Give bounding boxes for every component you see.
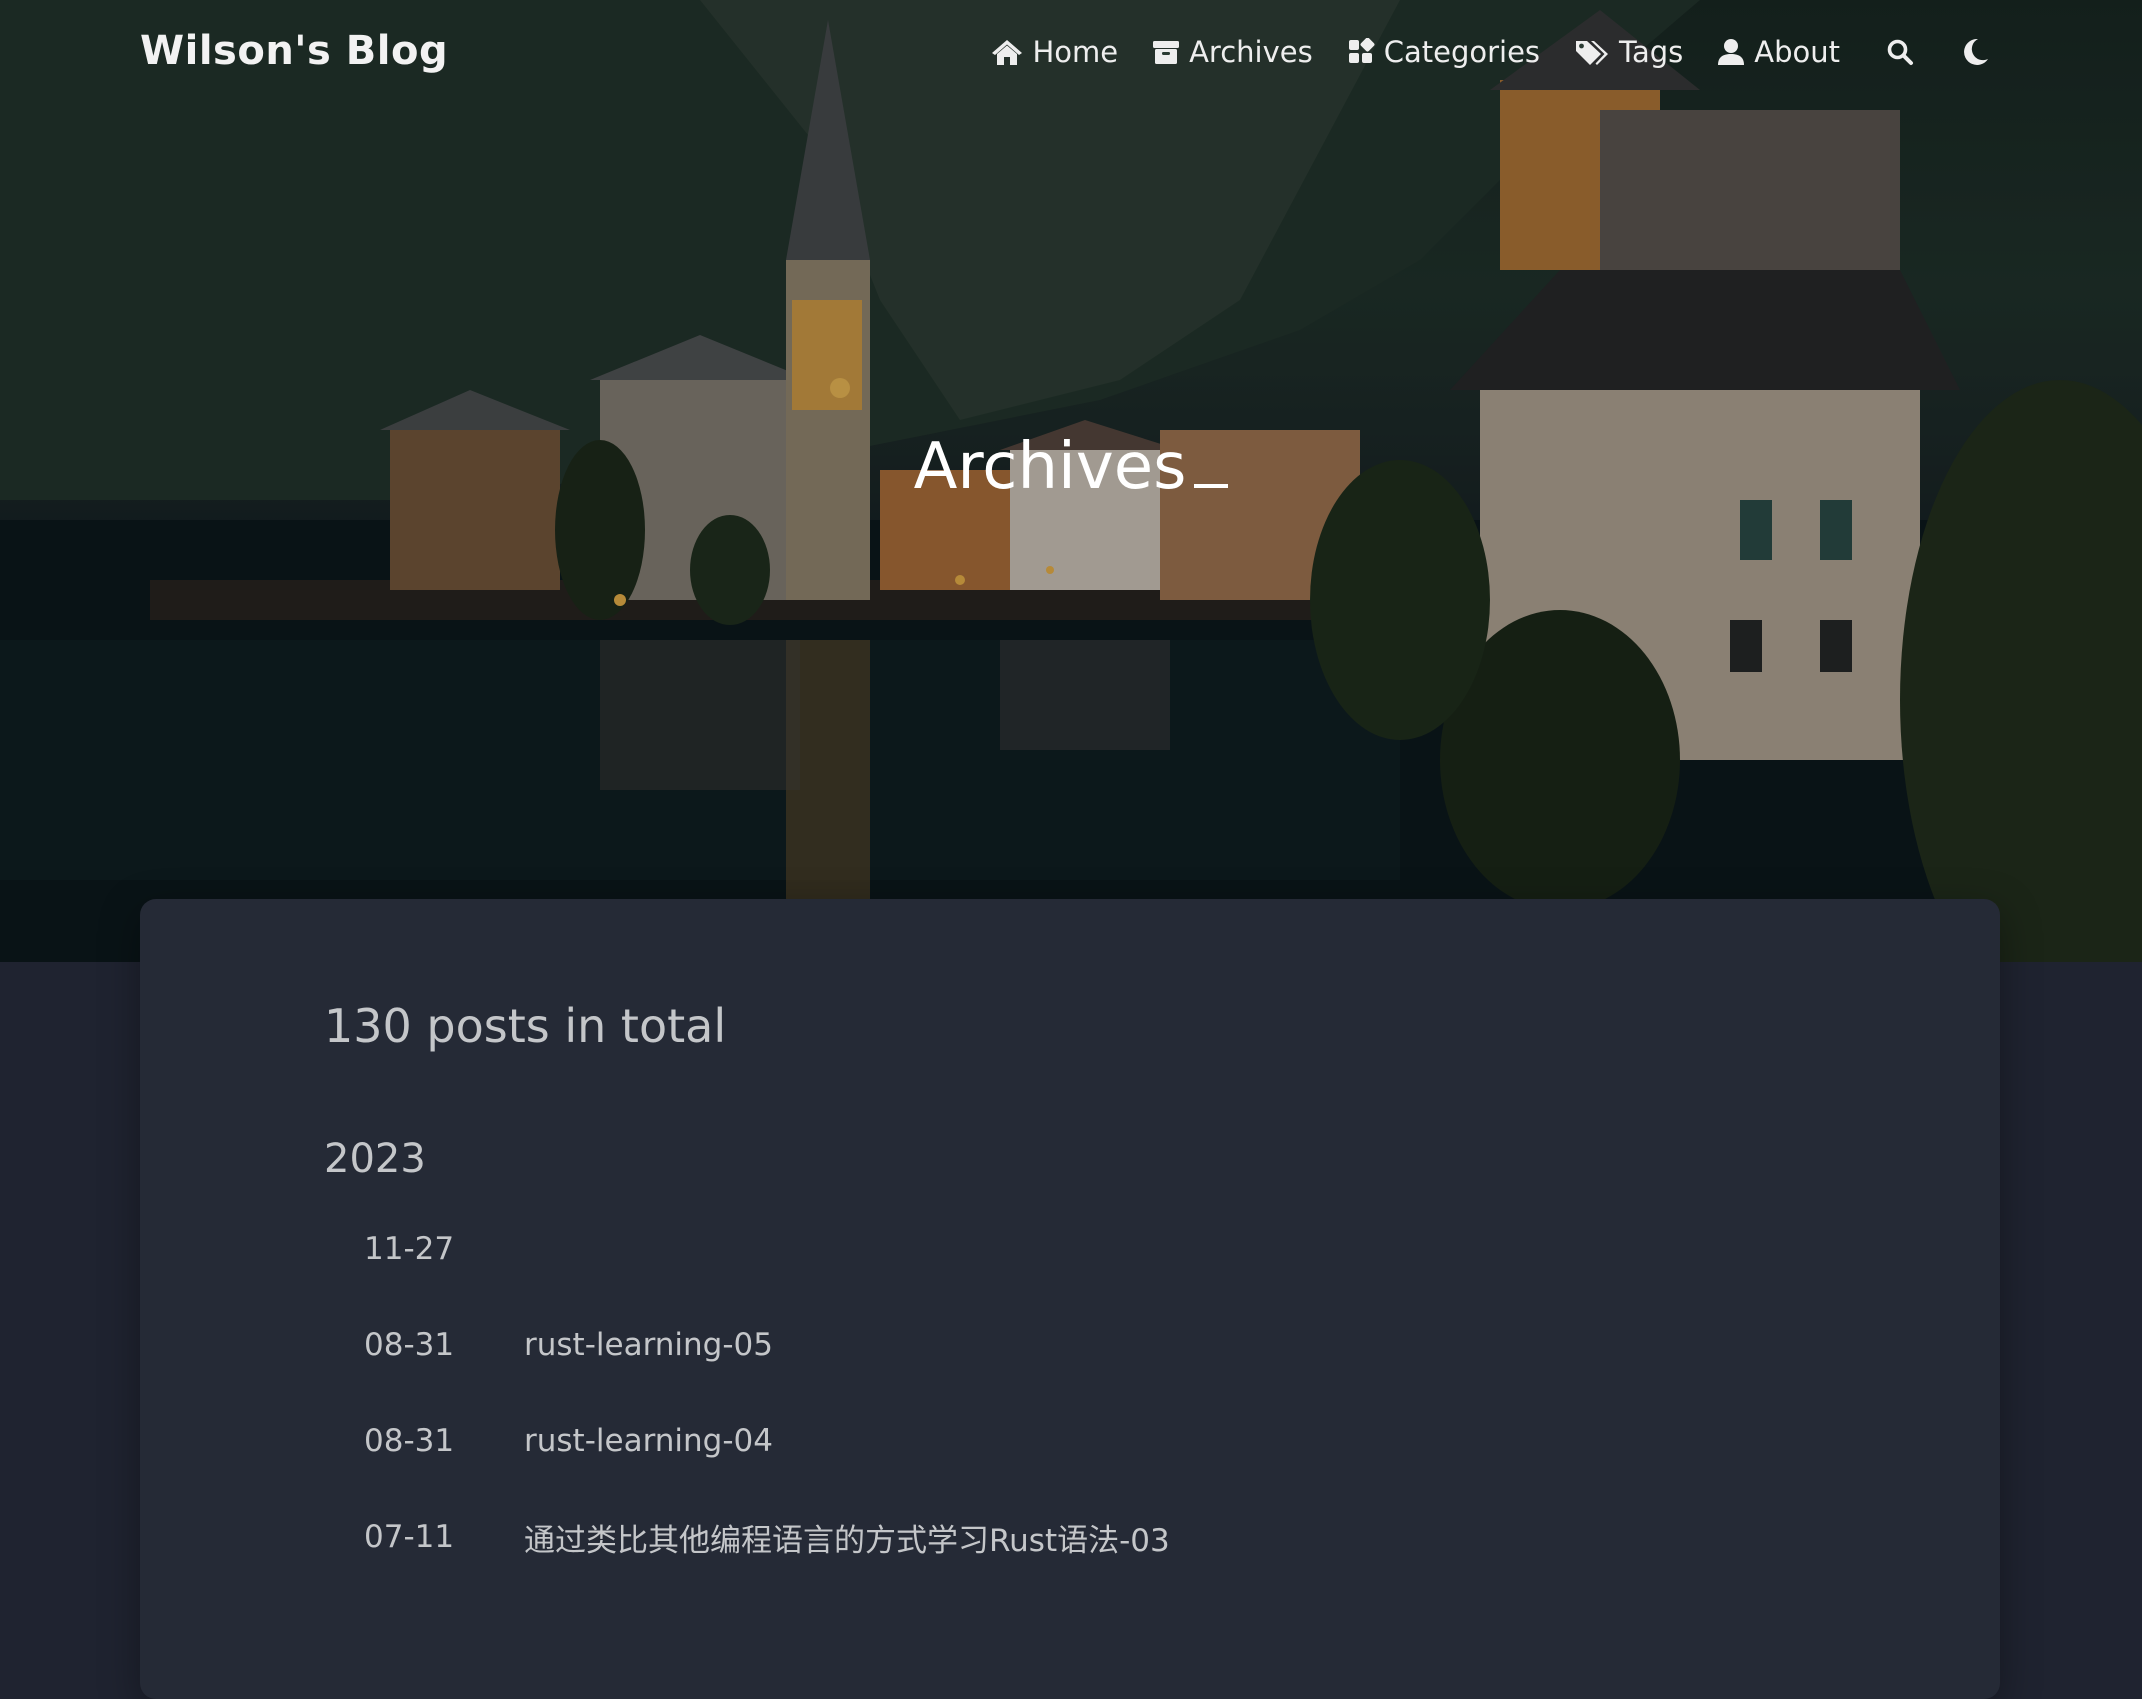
post-title[interactable]: 通过类比其他编程语言的方式学习Rust语法-03 [524,1515,1170,1560]
site-brand[interactable]: Wilson's Blog [140,28,448,74]
post-title[interactable]: rust-learning-04 [524,1423,773,1459]
search-icon [1887,39,1913,65]
nav-menu: Home Archives Categories Tags About [957,30,1990,74]
banner-title: Archives [0,430,2142,504]
nav-item-label: About [1754,35,1840,69]
nav-item-tags[interactable]: Tags [1574,35,1683,69]
nav-item-categories[interactable]: Categories [1347,35,1540,69]
nav-item-home[interactable]: Home [991,35,1118,69]
home-icon [992,40,1023,65]
nav-item-label: Archives [1189,35,1313,69]
typing-cursor [1194,484,1229,488]
navbar: Wilson's Blog Home Archives Categories T… [0,0,2142,105]
post-date: 11-27 [364,1231,455,1267]
post-date: 07-11 [364,1519,455,1555]
archive-icon [1153,41,1180,64]
user-icon [1718,39,1745,65]
archive-post-item[interactable]: 08-31 rust-learning-05 [364,1320,773,1370]
search-button[interactable] [1886,38,1914,66]
archive-year: 2023 [324,1136,426,1182]
nav-item-archives[interactable]: Archives [1152,35,1313,69]
post-date: 08-31 [364,1423,455,1459]
page-title: Archives [913,430,1187,504]
nav-item-label: Categories [1383,35,1541,69]
moon-icon [1964,38,1988,65]
tags-icon [1576,41,1609,65]
post-title[interactable]: rust-learning-05 [524,1327,773,1363]
nav-item-label: Tags [1619,35,1684,69]
nav-item-about[interactable]: About [1717,35,1840,69]
theme-toggle-button[interactable] [1960,37,1990,67]
post-date: 08-31 [364,1327,455,1363]
archive-total: 130 posts in total [324,999,727,1053]
archive-post-item[interactable]: 07-11 通过类比其他编程语言的方式学习Rust语法-03 [364,1512,1170,1562]
archive-post-item[interactable]: 08-31 rust-learning-04 [364,1416,773,1466]
archive-board: 130 posts in total 2023 11-27 08-31 rust… [140,899,2000,1699]
categories-icon [1348,38,1375,63]
nav-item-label: Home [1032,35,1119,69]
archive-post-item[interactable]: 11-27 [364,1224,524,1274]
